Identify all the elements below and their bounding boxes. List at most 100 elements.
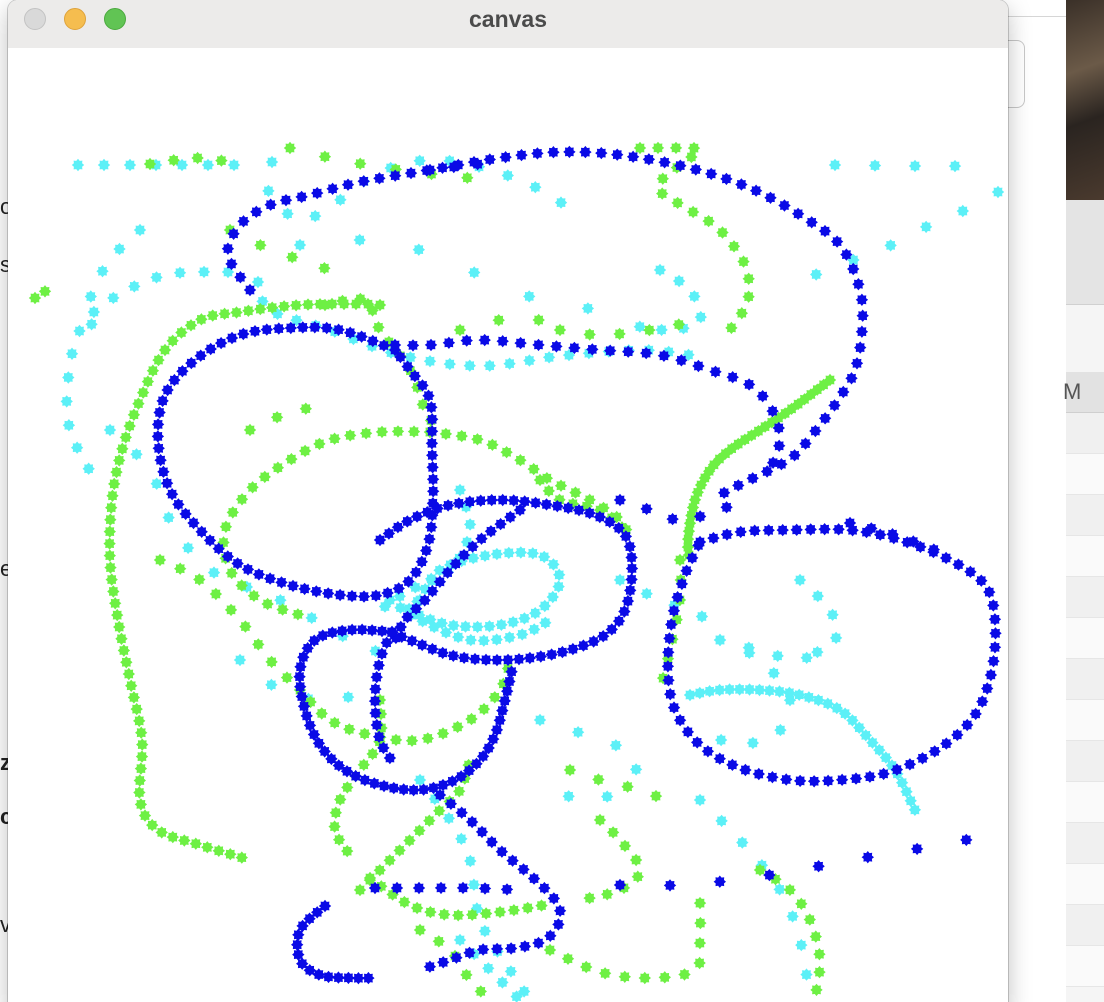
blue-dot [444,797,458,810]
blue-dot [748,524,761,537]
green-dot [104,513,117,526]
green-dot [618,970,631,983]
blue-dot [490,653,504,667]
cyan-dot [713,633,727,647]
cyan-dot [394,601,407,614]
table-row[interactable] [1066,782,1104,823]
blue-dot [243,283,257,297]
blue-dot [417,783,430,796]
table-row[interactable] [1066,536,1104,577]
blue-dot [657,349,671,362]
table-row[interactable] [1066,823,1104,864]
blue-dot [671,591,684,604]
blue-dot [988,613,1002,626]
table-row[interactable] [1066,618,1104,659]
cyan-dot-stroke [793,573,843,659]
blue-dot [720,501,733,514]
blue-dot [764,191,777,204]
cyan-dot [919,220,933,234]
blue-dot [903,758,917,771]
green-dot [193,573,206,586]
green-dot [318,298,332,312]
blue-dot [709,365,722,378]
cyan-dot [810,268,823,281]
blue-dot [308,321,321,334]
cyan-dot [523,354,536,367]
table-row[interactable] [1066,495,1104,536]
green-dot [344,429,357,442]
blue-dot [804,523,817,536]
table-row[interactable] [1066,454,1104,495]
green-dot-stroke [243,402,312,437]
blue-dot [772,421,785,435]
blue-dot [212,542,225,555]
blue-dot [292,928,305,941]
cyan-dot [991,185,1005,199]
blue-dot [776,523,789,537]
cyan-dot [562,790,575,803]
green-dot-stroke [413,923,487,998]
cyan-dot [85,318,98,331]
blue-dot [357,590,371,603]
blue-dot-stroke [613,493,733,526]
blue-dot [426,413,439,426]
column-header[interactable]: M [1063,372,1104,413]
blue-dot [460,334,473,347]
green-dot [598,967,612,980]
drawing-canvas[interactable] [8,48,1008,1002]
green-dot [104,561,117,574]
green-dot [230,306,243,319]
table-row[interactable] [1066,413,1104,454]
green-dot [613,327,626,341]
cyan-dot [767,667,780,680]
blue-dot [204,342,217,356]
title-bar[interactable]: canvas [8,0,1008,49]
blue-dot [456,881,470,895]
table-row[interactable] [1066,659,1104,700]
blue-dot [420,544,433,557]
green-dot [132,397,145,410]
table-row[interactable] [1066,905,1104,946]
table-row[interactable] [1066,577,1104,618]
blue-dot [662,674,675,687]
blue-dot [152,442,165,455]
blue-dot [369,682,382,696]
blue-dot [390,881,404,895]
green-dot [158,343,172,357]
cyan-dot-stroke [810,185,1005,281]
blue-dot [433,575,447,588]
blue-dot [504,942,518,955]
cyan-dot [529,607,542,620]
cyan-dot [811,645,824,659]
green-dot [109,597,122,610]
table-row[interactable] [1066,700,1104,741]
green-dot [672,318,685,331]
green-dot [111,608,124,622]
green-dot [175,326,188,339]
cyan-dot [453,483,467,497]
green-dot [651,141,665,155]
cyan-dot [442,812,456,825]
table-row[interactable] [1066,946,1104,987]
photo-thumbnail[interactable] [1066,0,1104,200]
blue-dot [433,788,447,802]
blue-dot [805,216,818,229]
cyan-dot [655,323,668,337]
blue-dot [506,854,519,867]
cyan-dot [736,836,749,849]
blue-dot [742,378,756,391]
cyan-dot [62,419,76,432]
blue-dot [621,594,635,608]
blue-dot [837,385,850,399]
cyan-dot [774,723,787,737]
cyan-dot [471,620,484,634]
table-row[interactable] [1066,864,1104,905]
blue-dot [406,339,420,352]
cyan-dot [233,653,247,667]
green-dot [643,323,656,337]
green-dot [532,313,545,327]
cyan-dot [503,631,516,644]
blue-dot [556,645,569,659]
green-dot [658,971,671,984]
table-row[interactable] [1066,741,1104,782]
